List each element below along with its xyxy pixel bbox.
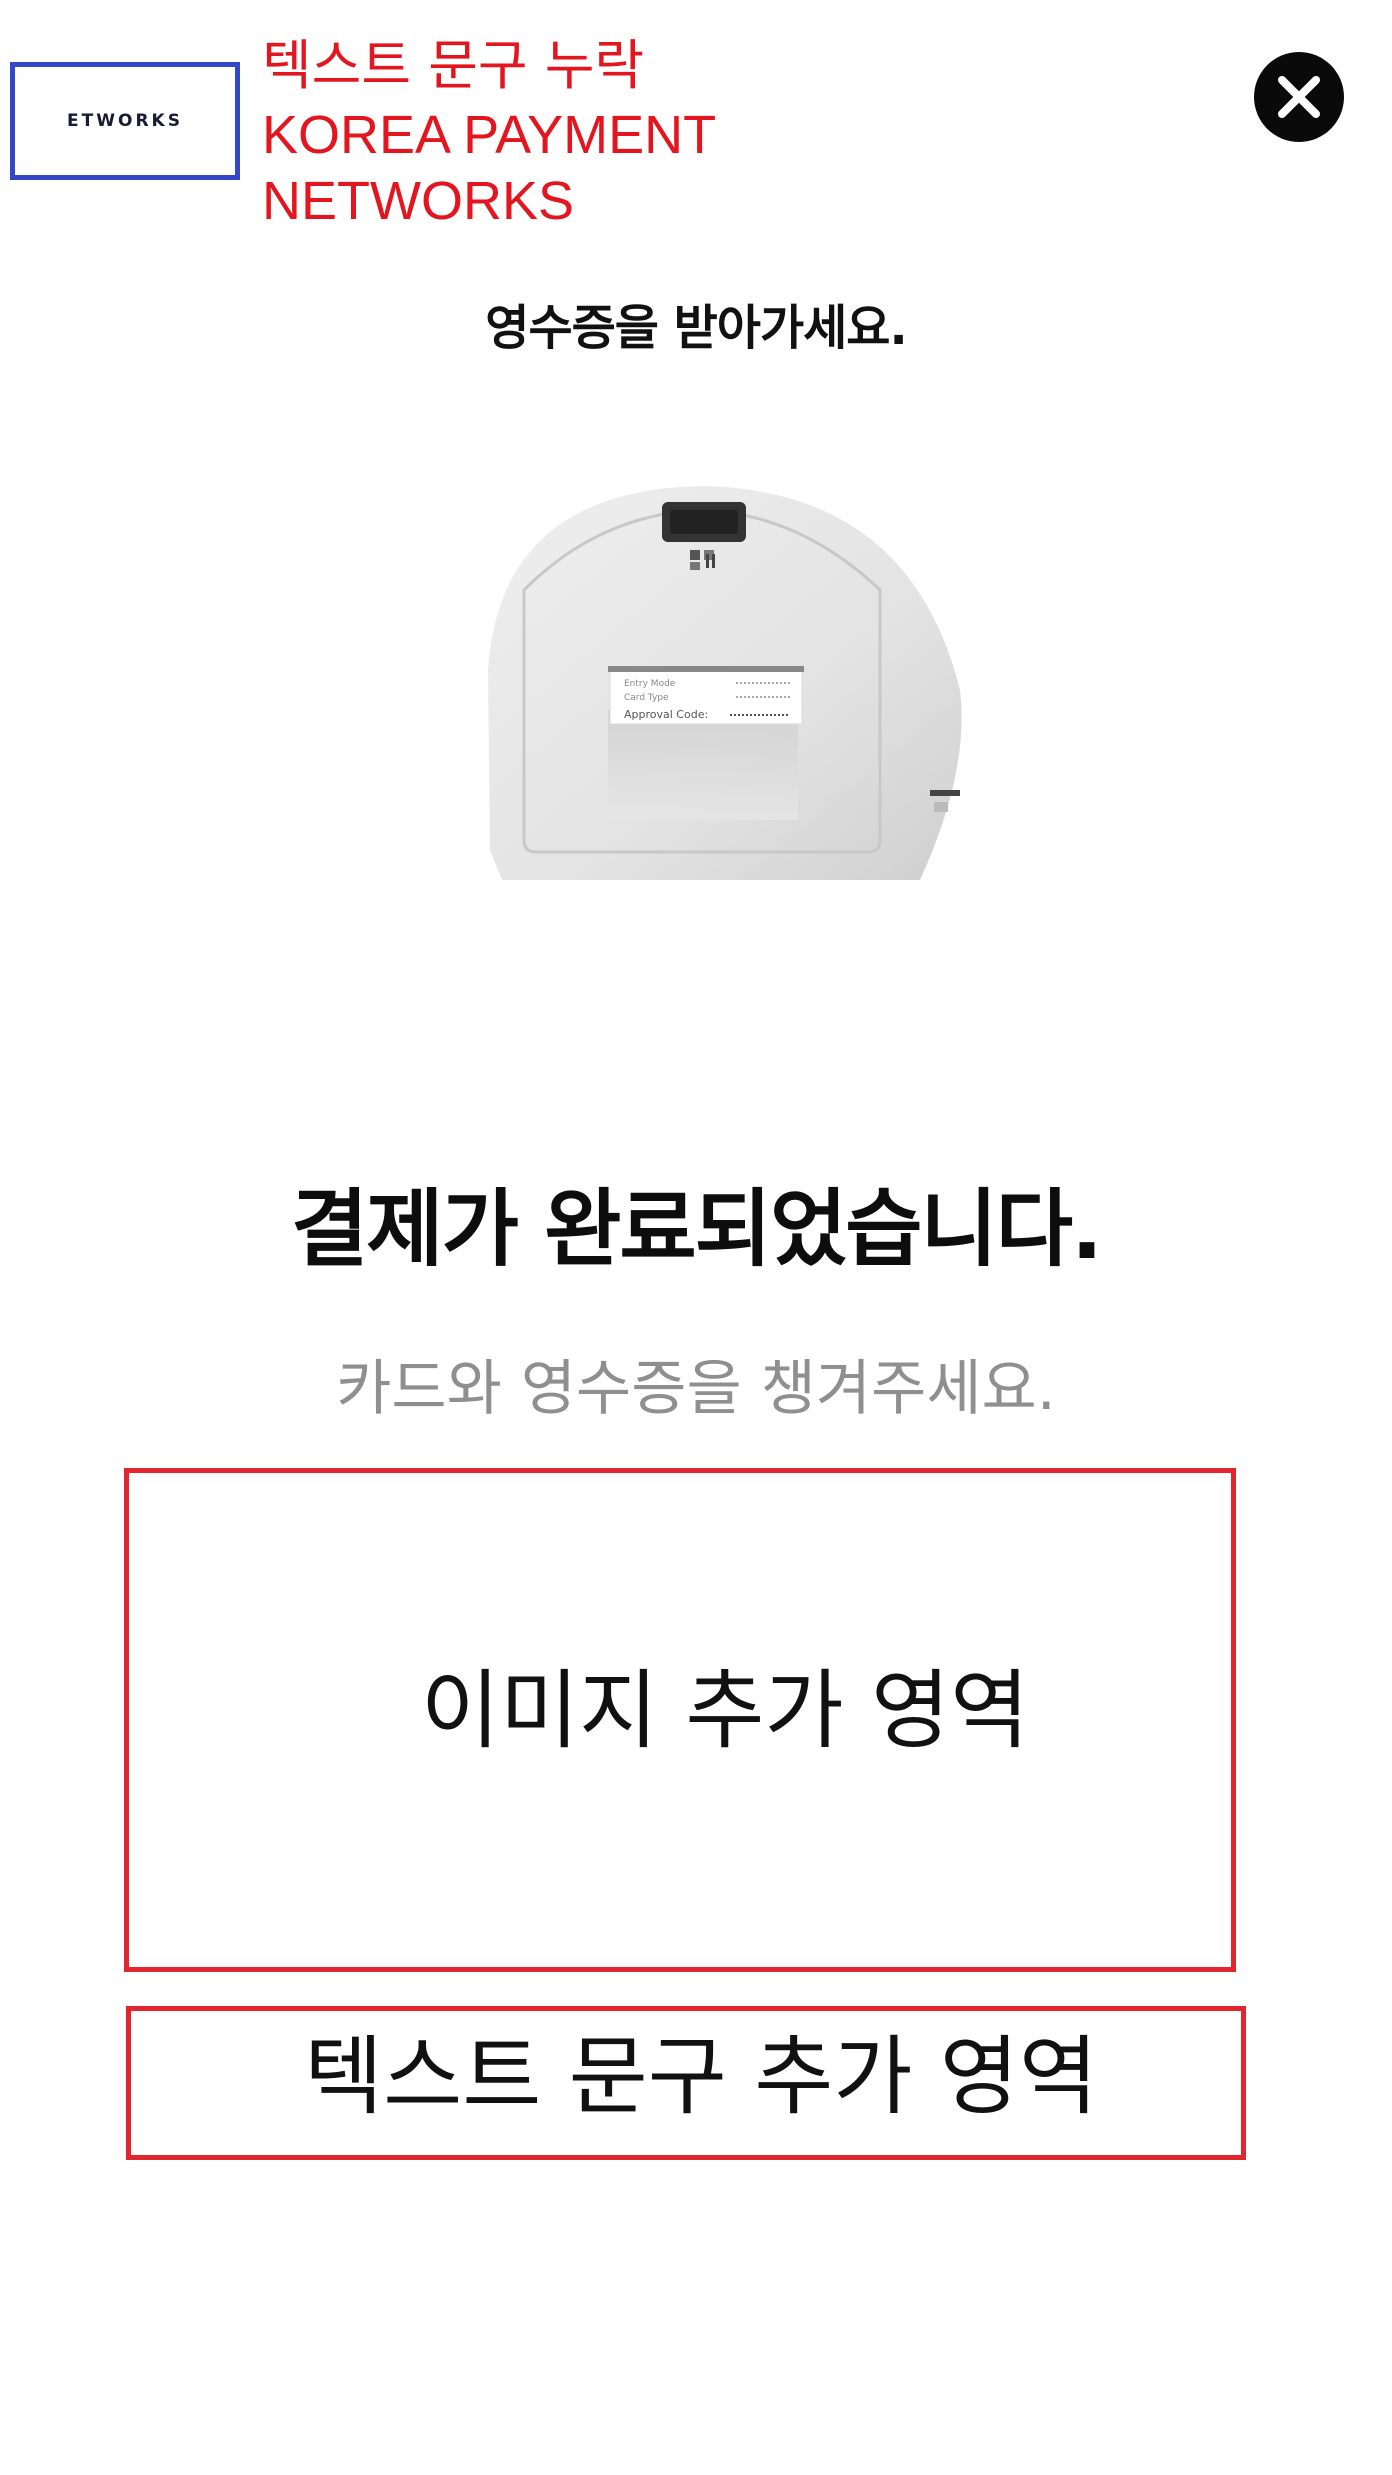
logo-placeholder-box: ETWORKS	[10, 62, 240, 180]
annotation-missing-text: 텍스트 문구 누락	[262, 34, 645, 97]
receipt-line-entry-mode: Entry Mode	[624, 679, 676, 689]
payment-complete-title: 결제가 완료되었습니다.	[291, 1180, 1103, 1278]
receipt-line-approval-code: Approval Code:	[624, 708, 708, 721]
image-placeholder-area: 이미지 추가 영역	[124, 1468, 1236, 1972]
text-placeholder-label: 텍스트 문구 추가 영역	[303, 2026, 1099, 2127]
receipt-printer-illustration: Entry Mode Card Type Approval Code:	[440, 470, 980, 880]
annotation-company-name: KOREA PAYMENT NETWORKS	[262, 105, 717, 231]
receipt-heading: 영수증을 받아가세요.	[485, 300, 907, 356]
logo-text: ETWORKS	[67, 111, 183, 131]
payment-complete-subtitle: 카드와 영수증을 챙겨주세요.	[336, 1354, 1056, 1424]
receipt-line-card-type: Card Type	[624, 693, 669, 703]
close-icon	[1278, 76, 1320, 118]
close-button[interactable]	[1254, 52, 1344, 142]
text-placeholder-area: 텍스트 문구 추가 영역	[126, 2006, 1246, 2160]
image-placeholder-label: 이미지 추가 영역	[420, 1660, 1030, 1761]
